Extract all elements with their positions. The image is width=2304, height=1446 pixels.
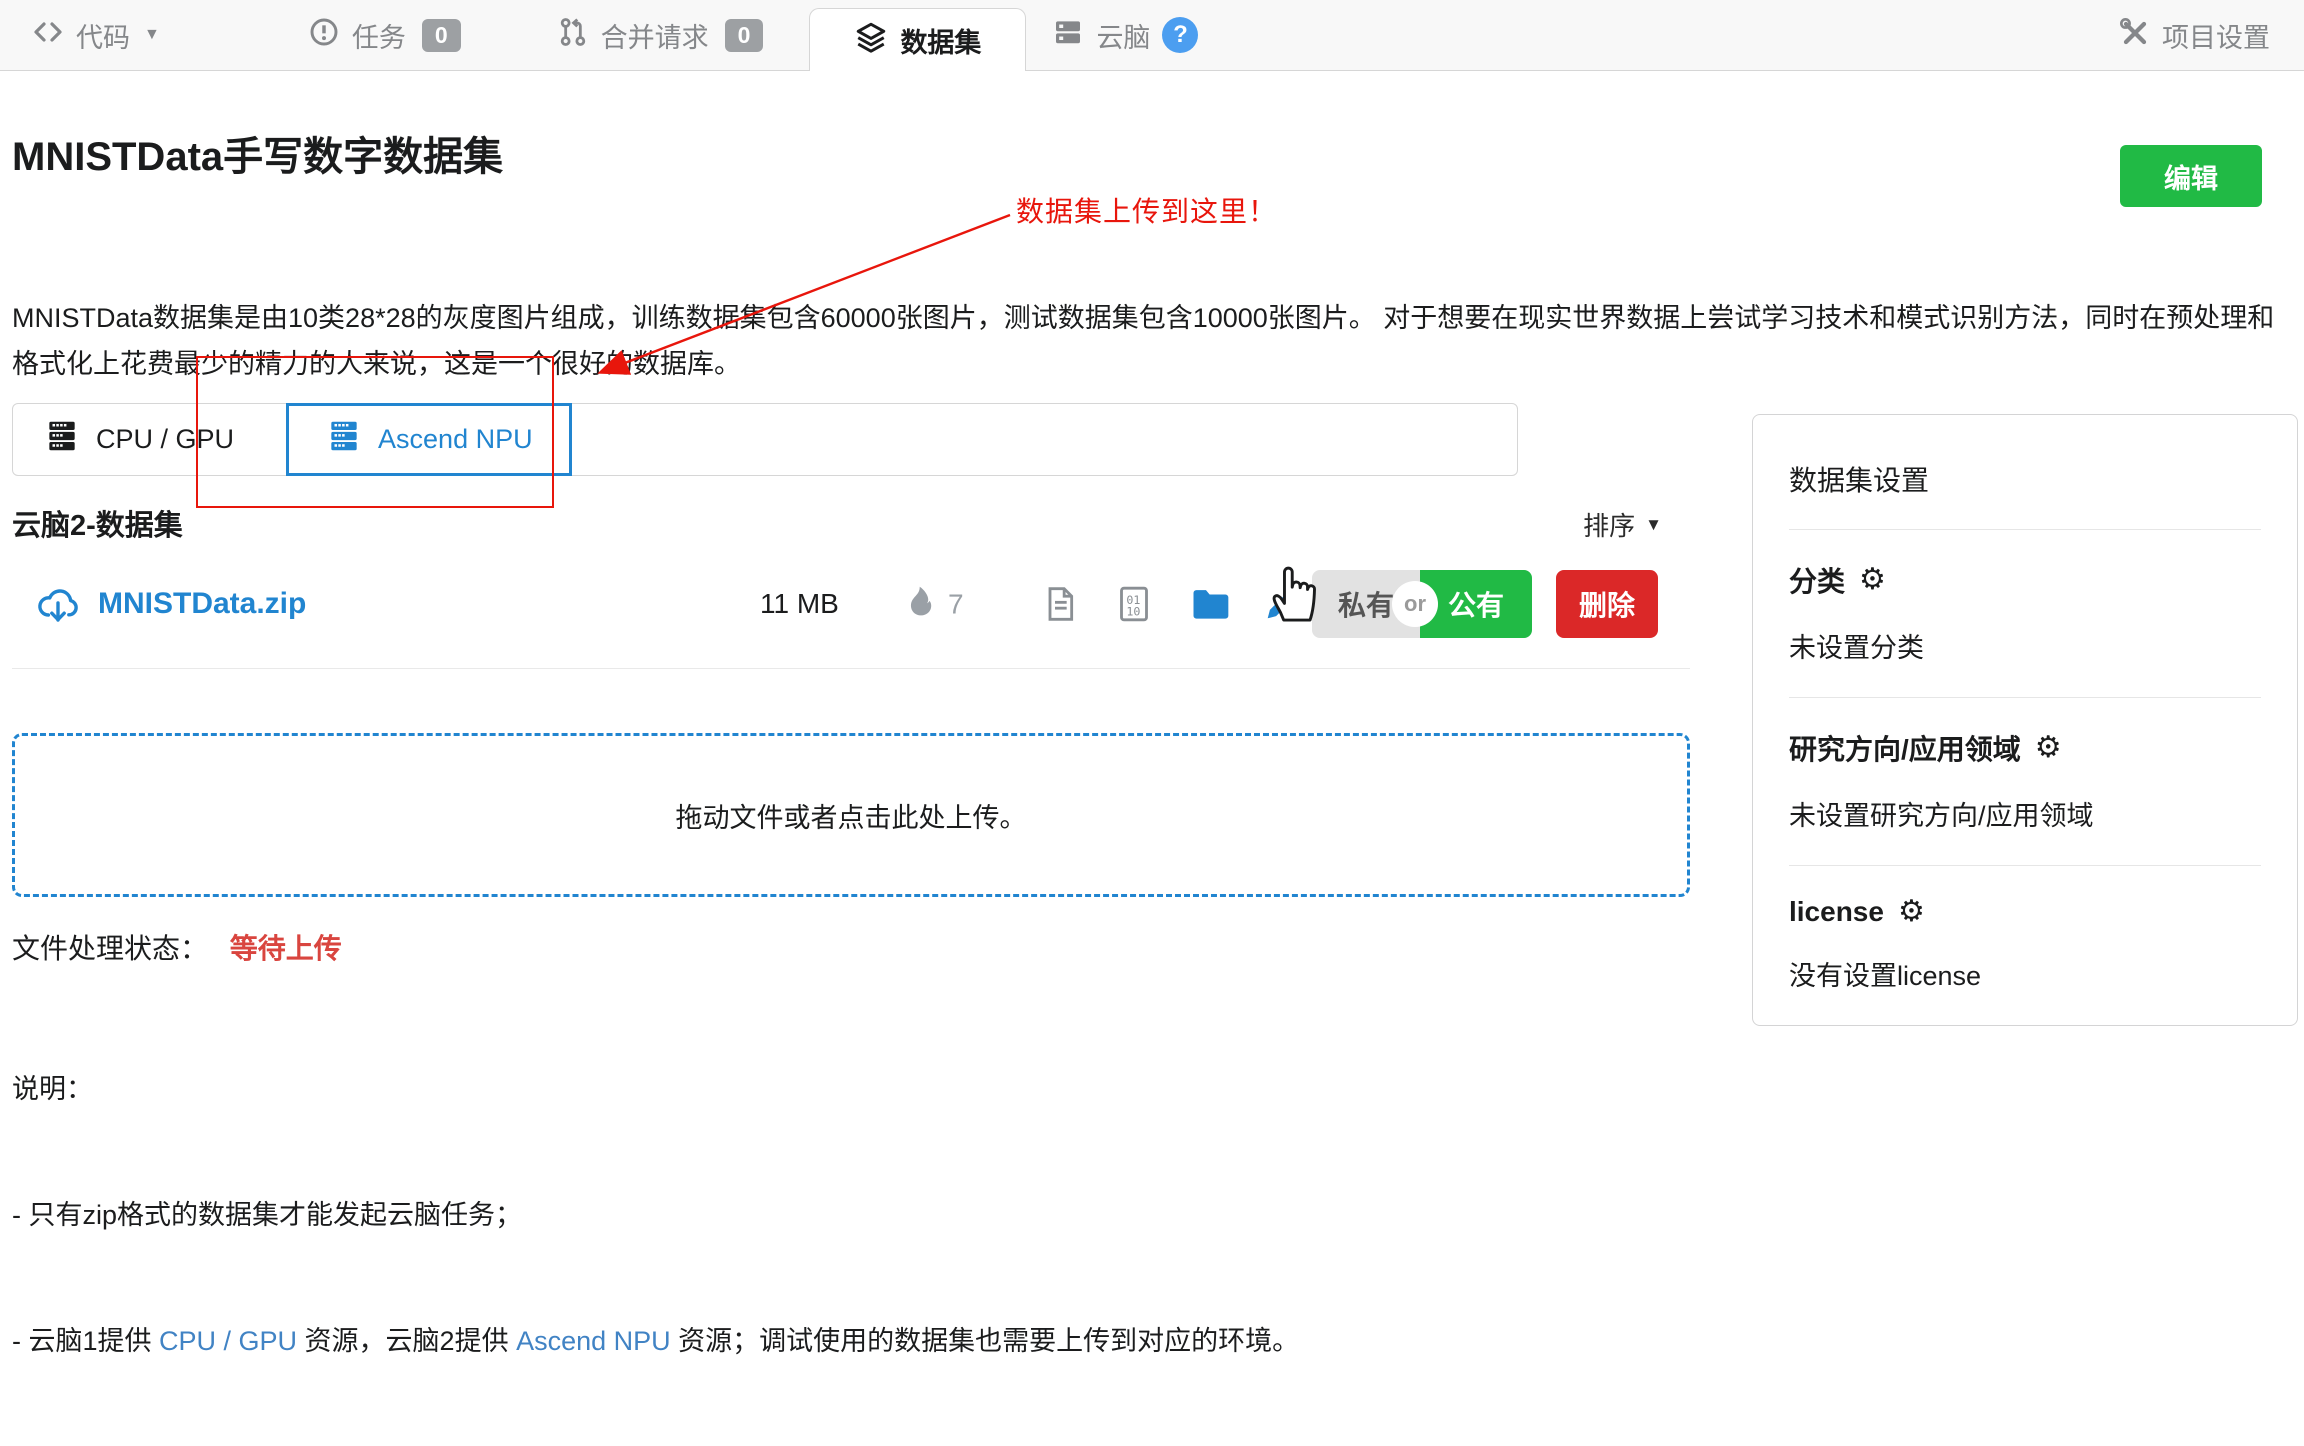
or-separator: or	[1392, 581, 1438, 627]
gear-icon[interactable]: ⚙	[1859, 565, 1886, 595]
nav-datasets-label: 数据集	[900, 21, 981, 60]
note-line-1: - 只有zip格式的数据集才能发起云脑任务；	[12, 1194, 2304, 1236]
dataset-file-row: MNISTData.zip 11 MB 7 01 10	[12, 568, 1690, 640]
edit-pencil-icon[interactable]	[1260, 582, 1304, 626]
download-stat: 7	[904, 584, 964, 625]
svg-text:10: 10	[1126, 605, 1140, 619]
cloud-download-icon	[34, 580, 82, 628]
issue-icon	[308, 16, 340, 55]
nav-datasets-active-tab[interactable]: 数据集	[809, 8, 1026, 71]
sort-dropdown[interactable]: 排序 ▼	[1583, 506, 1662, 543]
visibility-toggle: 私有 公有 or	[1312, 570, 1532, 638]
nav-code[interactable]: 代码 ▼	[32, 16, 160, 55]
dataset-description: MNISTData数据集是由10类28*28的灰度图片组成，训练数据集包含600…	[12, 295, 2294, 387]
page-title: MNISTData手写数字数据集	[12, 133, 503, 181]
sidebar-section-license: license ⚙ 没有设置license	[1753, 866, 2297, 1025]
tab-ascend-npu-label: Ascend NPU	[378, 424, 533, 455]
help-icon[interactable]: ?	[1162, 17, 1198, 53]
notes-block: 说明： - 只有zip格式的数据集才能发起云脑任务； - 云脑1提供 CPU /…	[12, 984, 2304, 1446]
category-value: 未设置分类	[1789, 626, 2261, 665]
tab-cpu-gpu-label: CPU / GPU	[96, 424, 234, 455]
file-status-label: 文件处理状态：	[12, 933, 208, 964]
pulls-count-badge: 0	[725, 19, 764, 52]
note-line-2-suffix: 资源；调试使用的数据集也需要上传到对应的环境。	[671, 1326, 1300, 1356]
dataset-list-title: 云脑2-数据集	[12, 502, 183, 544]
note-line-2-mid: 资源，云脑2提供	[297, 1326, 516, 1356]
dataset-file-link[interactable]: MNISTData.zip	[98, 587, 306, 621]
chevron-down-icon: ▼	[1645, 515, 1662, 535]
layers-icon	[854, 20, 888, 61]
edit-button[interactable]: 编辑	[2120, 145, 2262, 207]
nav-project-settings[interactable]: 项目设置	[2118, 16, 2270, 55]
nav-pulls-label: 合并请求	[601, 16, 709, 55]
note-line-2: - 云脑1提供 CPU / GPU 资源，云脑2提供 Ascend NPU 资源…	[12, 1320, 2304, 1362]
file-size: 11 MB	[760, 588, 839, 620]
file-status-value: 等待上传	[230, 933, 342, 964]
dataset-list-header: 云脑2-数据集 排序 ▼	[12, 502, 1690, 544]
nav-settings-label: 项目设置	[2162, 16, 2270, 55]
research-value: 未设置研究方向/应用领域	[1789, 794, 2261, 833]
binary-file-icon[interactable]: 01 10	[1114, 584, 1154, 624]
sort-label: 排序	[1583, 506, 1635, 543]
row-divider	[12, 668, 1690, 669]
nav-issues-label: 任务	[352, 16, 406, 55]
file-info-icon[interactable]	[1040, 584, 1080, 624]
delete-button-wrap: 删除	[1556, 570, 1658, 638]
upload-dropzone[interactable]: 拖动文件或者点击此处上传。	[12, 733, 1690, 897]
folder-icon[interactable]	[1188, 582, 1232, 626]
tools-icon	[2118, 16, 2150, 55]
tab-cpu-gpu[interactable]: CPU / GPU	[13, 404, 278, 475]
nav-pulls[interactable]: 合并请求 0	[557, 16, 764, 55]
notes-heading: 说明：	[12, 1068, 2304, 1110]
chevron-down-icon: ▼	[144, 26, 160, 44]
repo-tab-bar: 代码 ▼ 任务 0 合并请求 0 数据集	[0, 0, 2304, 71]
note-line-2-prefix: - 云脑1提供	[12, 1326, 159, 1356]
tab-ascend-npu[interactable]: Ascend NPU	[286, 403, 572, 476]
nav-cloudbrain-label: 云脑	[1096, 16, 1150, 55]
dataset-settings-card: 数据集设置 分类 ⚙ 未设置分类 研究方向/应用领域 ⚙ 未设置研究方向/应用领…	[1752, 414, 2298, 1026]
server-icon	[1052, 16, 1084, 55]
annotation-note: 数据集上传到这里！	[1016, 190, 1277, 230]
environment-tab-bar: CPU / GPU Ascend NPU	[12, 403, 1518, 476]
license-label: license	[1789, 896, 1884, 928]
nav-issues[interactable]: 任务 0	[308, 16, 461, 55]
delete-button[interactable]: 删除	[1556, 570, 1658, 638]
research-label: 研究方向/应用领域	[1789, 728, 2021, 768]
sidebar-title: 数据集设置	[1753, 415, 2297, 529]
gear-icon[interactable]: ⚙	[2035, 733, 2062, 763]
nav-cloudbrain[interactable]: 云脑 ?	[1052, 16, 1198, 55]
license-value: 没有设置license	[1789, 954, 2261, 993]
server-rack-icon	[325, 417, 363, 462]
sidebar-section-research: 研究方向/应用领域 ⚙ 未设置研究方向/应用领域	[1753, 698, 2297, 865]
sidebar-section-category: 分类 ⚙ 未设置分类	[1753, 530, 2297, 697]
cpu-gpu-link[interactable]: CPU / GPU	[159, 1326, 297, 1356]
category-label: 分类	[1789, 560, 1845, 600]
gear-icon[interactable]: ⚙	[1898, 897, 1925, 927]
flame-icon	[904, 584, 938, 625]
nav-code-label: 代码	[76, 16, 130, 55]
server-rack-icon	[43, 417, 81, 462]
ascend-npu-link[interactable]: Ascend NPU	[516, 1326, 671, 1356]
pull-request-icon	[557, 16, 589, 55]
code-icon	[32, 16, 64, 55]
issues-count-badge: 0	[422, 19, 461, 52]
download-count: 7	[948, 588, 964, 620]
